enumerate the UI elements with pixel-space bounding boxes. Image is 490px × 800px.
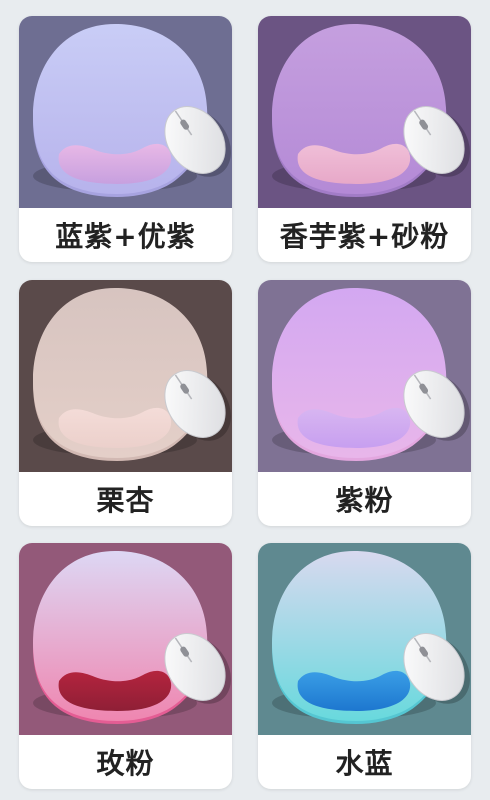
- product-card-1[interactable]: 蓝紫+优紫: [19, 16, 232, 262]
- product-photo[interactable]: [258, 16, 471, 208]
- product-card-3[interactable]: 栗杏: [19, 280, 232, 526]
- product-label: 香芋紫+砂粉: [279, 220, 450, 253]
- product-grid: 蓝紫+优紫 香芋紫+砂粉 栗杏 紫粉 玫粉 水蓝: [0, 0, 490, 800]
- product-label: 玫粉: [96, 747, 155, 780]
- product-photo[interactable]: [19, 543, 232, 735]
- product-photo[interactable]: [19, 16, 232, 208]
- product-label: 栗杏: [96, 484, 155, 517]
- product-card-5[interactable]: 玫粉: [19, 543, 232, 789]
- product-photo[interactable]: [19, 280, 232, 472]
- product-label: 蓝紫+优紫: [55, 220, 196, 253]
- product-card-6[interactable]: 水蓝: [258, 543, 471, 789]
- product-label: 水蓝: [335, 747, 394, 780]
- product-photo[interactable]: [258, 280, 471, 472]
- product-card-2[interactable]: 香芋紫+砂粉: [258, 16, 471, 262]
- product-card-4[interactable]: 紫粉: [258, 280, 471, 526]
- product-photo[interactable]: [258, 543, 471, 735]
- product-label: 紫粉: [335, 484, 394, 517]
